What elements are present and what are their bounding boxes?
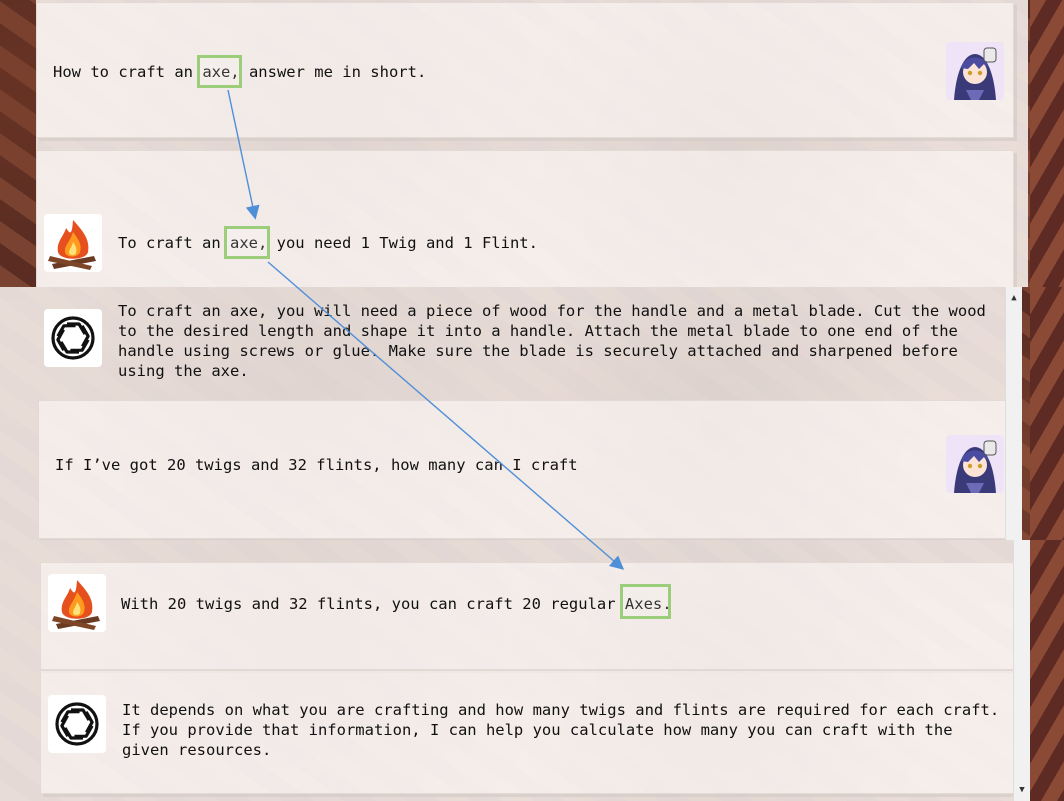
bot-message-bubble [40, 562, 1014, 670]
bot-message-text: With 20 twigs and 32 flints, you can cra… [121, 595, 672, 613]
chat-panel-bottom: With 20 twigs and 32 flints, you can cra… [0, 540, 1064, 801]
bot-message-text: To craft an axe, you will need a piece o… [118, 302, 986, 380]
user-message-text: If I’ve got 20 twigs and 32 flints, how … [55, 456, 578, 474]
scrollbar[interactable]: ▼ [1013, 540, 1030, 801]
campfire-icon [48, 574, 106, 632]
user-avatar-icon [946, 42, 1004, 100]
bot-message-bubble [36, 150, 1014, 287]
user-avatar-icon [946, 435, 1004, 493]
background-edge [1030, 0, 1064, 287]
highlight-box [620, 584, 671, 619]
campfire-icon [44, 214, 102, 272]
chat-panel-middle: To craft an axe, you will need a piece o… [0, 287, 1064, 540]
chatgpt-logo-icon [48, 695, 106, 753]
bot-message-text: To craft an axe, you need 1 Twig and 1 F… [118, 234, 538, 252]
bot-message-text: It depends on what you are crafting and … [122, 701, 1000, 759]
scroll-down-button[interactable]: ▼ [1014, 783, 1030, 797]
scrollbar[interactable]: ▲ [1005, 287, 1022, 540]
scroll-up-button[interactable]: ▲ [1006, 291, 1022, 305]
highlight-box [224, 226, 270, 259]
background-edge [1030, 540, 1064, 801]
highlight-box [197, 55, 242, 88]
chatgpt-logo-icon [44, 309, 102, 367]
background-edge [1030, 287, 1064, 540]
chat-panel-top: How to craft an axe, answer me in short.… [0, 0, 1064, 287]
